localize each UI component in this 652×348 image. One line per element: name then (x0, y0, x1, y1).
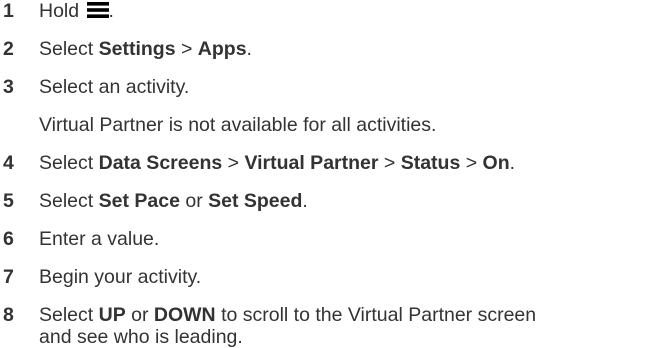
step-number: 1 (3, 0, 14, 22)
menu-path-apps: Apps (197, 38, 247, 60)
button-down: DOWN (153, 304, 216, 326)
step-text-part: Select (39, 190, 99, 212)
step-note: Virtual Partner is not available for all… (39, 114, 437, 136)
step-text: Begin your activity. (39, 266, 202, 288)
step-text: Select Data Screens > Virtual Partner > … (39, 152, 515, 174)
menu-path-status: Status (400, 152, 461, 174)
menu-icon (86, 2, 109, 18)
step-text-part: or (125, 304, 154, 326)
step-number: 7 (3, 266, 14, 288)
step-text-part: . (302, 190, 308, 212)
menu-path-settings: Settings (98, 38, 176, 60)
step-text-part: > (460, 152, 483, 174)
step-number: 6 (3, 228, 14, 250)
step-2: 2 Select Settings > Apps. (0, 38, 252, 60)
step-7: 7 Begin your activity. (0, 266, 201, 288)
button-up: UP (98, 304, 126, 326)
step-6: 6 Enter a value. (0, 228, 159, 250)
step-5: 5 Select Set Pace or Set Speed. (0, 190, 308, 212)
step-text: Enter a value. (39, 228, 160, 250)
step-text: Select Settings > Apps. (39, 38, 252, 60)
step-text-part: . (246, 38, 252, 60)
step-text-part: . (509, 152, 516, 174)
menu-path-data-screens: Data Screens (98, 152, 223, 174)
step-text-part: > (222, 152, 245, 174)
step-3: 3 Select an activity. (0, 76, 189, 98)
step-text-part: . (108, 0, 114, 22)
step-1: 1 Hold . (0, 0, 114, 22)
step-number: 8 (3, 304, 14, 326)
menu-path-on: On (482, 152, 510, 174)
step-number: 3 (3, 76, 14, 98)
step-number: 5 (3, 190, 14, 212)
step-text-part: and see who is leading. (39, 326, 243, 348)
option-set-pace: Set Pace (98, 190, 180, 212)
step-text: Select Set Pace or Set Speed. (39, 190, 308, 212)
menu-path-virtual-partner: Virtual Partner (244, 152, 379, 174)
step-text-part: Select (39, 152, 99, 174)
option-set-speed: Set Speed (208, 190, 303, 212)
step-8: 8 Select UP or DOWN to scroll to the Vir… (0, 304, 536, 348)
step-text: Select an activity. (39, 76, 190, 98)
step-number: 4 (3, 152, 14, 174)
step-text-part: Select (39, 304, 99, 326)
step-4: 4 Select Data Screens > Virtual Partner … (0, 152, 515, 174)
step-text-part: to scroll to the Virtual Partner screen (215, 304, 537, 326)
step-text-part: > (175, 38, 198, 60)
step-text-part: Hold (39, 0, 85, 22)
step-text: Hold . (39, 0, 114, 22)
step-text-part: or (179, 190, 209, 212)
step-number: 2 (3, 38, 14, 60)
step-text: Select UP or DOWN to scroll to the Virtu… (39, 304, 536, 348)
step-text-part: Select (39, 38, 99, 60)
step-text-part: > (378, 152, 401, 174)
